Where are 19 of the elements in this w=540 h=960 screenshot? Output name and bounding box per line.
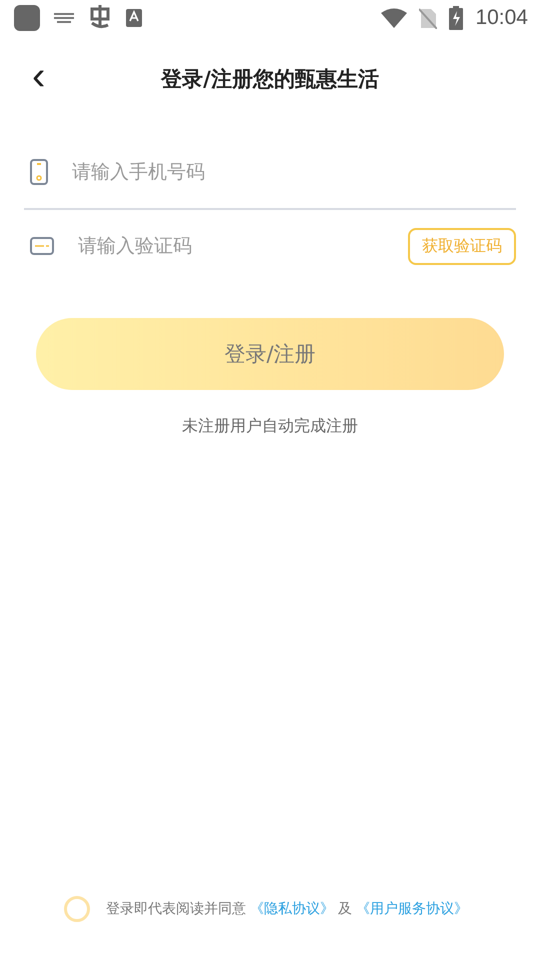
code-icon <box>30 237 54 255</box>
font-icon <box>126 9 142 27</box>
no-sim-icon <box>419 7 438 29</box>
phone-field[interactable]: 请输入手机号码 <box>70 160 510 184</box>
battery-icon <box>449 6 464 30</box>
joiner-text: 及 <box>338 900 352 918</box>
terms-link[interactable]: 《用户服务协议》 <box>356 900 468 918</box>
wifi-icon <box>381 8 408 28</box>
get-code-button[interactable]: 获取验证码 <box>408 228 516 264</box>
agreement-text: 登录即代表阅读并同意 <box>106 900 246 918</box>
page-title: 登录/注册您的甄惠生活 <box>161 66 379 93</box>
agree-checkbox[interactable] <box>64 896 90 922</box>
privacy-link[interactable]: 《隐私协议》 <box>250 900 334 918</box>
code-field[interactable]: 请输入验证码 <box>76 234 386 258</box>
back-button[interactable]: ‹ <box>28 56 50 96</box>
app-icon <box>14 5 40 31</box>
clock-time: 10:04 <box>475 6 528 30</box>
phone-icon <box>30 159 48 185</box>
hint-text: 未注册用户自动完成注册 <box>182 416 358 437</box>
